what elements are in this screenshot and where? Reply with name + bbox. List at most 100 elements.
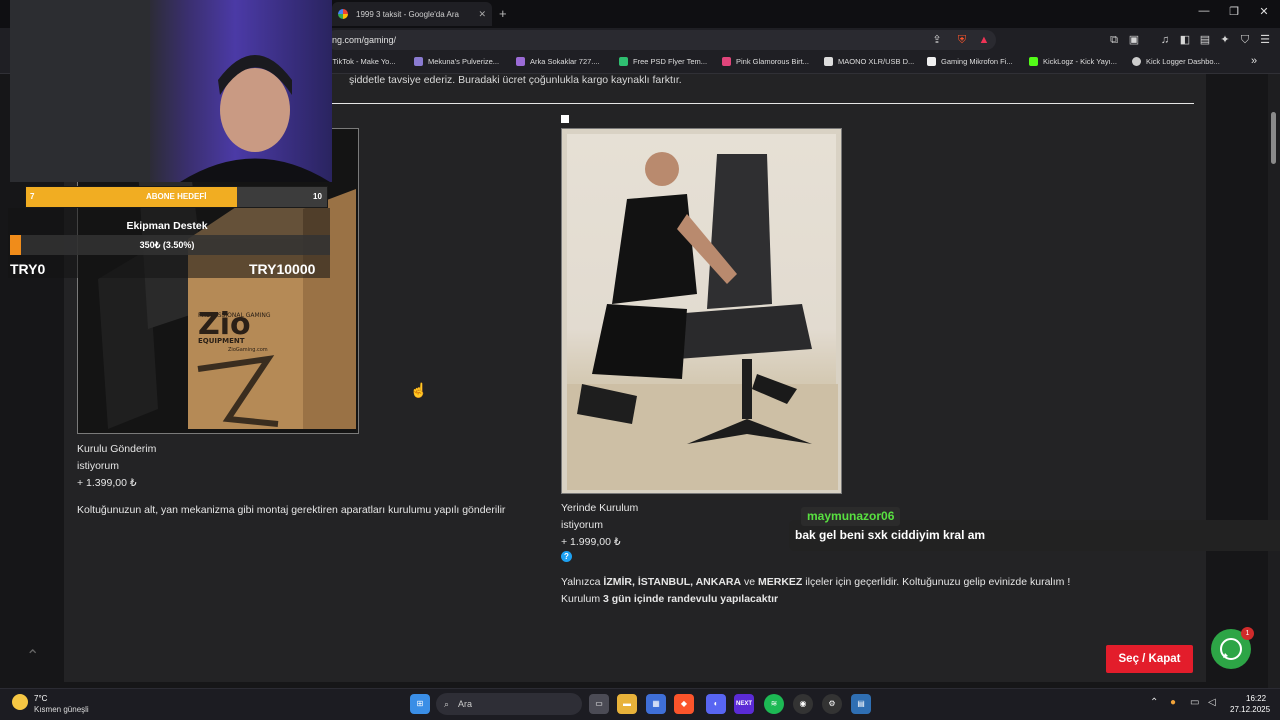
more-bookmarks-button[interactable]: » (1251, 55, 1257, 67)
divider (330, 103, 1194, 104)
store-icon[interactable]: ▦ (646, 694, 666, 714)
box-site: ZioGaming.com (228, 347, 268, 353)
brave-rewards-icon[interactable]: ▲ (977, 33, 991, 47)
clock-time[interactable]: 16:22 (1246, 694, 1266, 703)
bookmark-favicon-icon (927, 57, 936, 66)
obs-icon[interactable]: ◉ (793, 694, 813, 714)
schedule-bold: 3 gün içinde randevulu yapılacaktır (603, 593, 779, 605)
bookmark-item[interactable]: MAONO XLR/USB D... (824, 57, 914, 66)
option-note: Yalnızca İZMİR, İSTANBUL, ANKARA ve MERK… (561, 576, 1070, 588)
weather-temperature[interactable]: 7°C (34, 694, 47, 703)
bookmark-item[interactable]: Gaming Mikrofon Fi... (927, 57, 1013, 66)
tab-title: 1999 3 taksit - Google'da Ara (356, 9, 459, 19)
box-line1: PROFESSIONAL GAMING (198, 312, 271, 319)
weather-description[interactable]: Kısmen güneşli (34, 705, 89, 714)
extensions-icon[interactable]: ⧉ (1107, 33, 1121, 47)
chat-username: maymunazor06 (801, 507, 901, 526)
bookmark-favicon-icon (414, 57, 423, 66)
bookmark-label: KickLogz - Kick Yayı... (1043, 57, 1117, 66)
bookmark-item[interactable]: Free PSD Flyer Tem... (619, 57, 707, 66)
share-icon[interactable]: ⇪ (930, 33, 944, 47)
wallet-icon[interactable]: ▤ (1198, 33, 1212, 47)
network-icon[interactable]: ▭ (1190, 697, 1199, 708)
note-suffix: ilçeler için geçerlidir. Koltuğunuzu gel… (802, 576, 1071, 588)
bookmark-item[interactable]: Kick Logger Dashbo... (1132, 57, 1220, 66)
notification-badge: 1 (1241, 627, 1254, 640)
google-icon (338, 9, 348, 19)
webcam-overlay (10, 0, 332, 182)
bookmark-label: Kick Logger Dashbo... (1146, 57, 1220, 66)
scrollbar-thumb[interactable] (1271, 112, 1276, 164)
start-icon[interactable]: ⊞ (410, 694, 430, 714)
vpn-icon[interactable]: ⛉ (1238, 33, 1252, 47)
bookmark-item[interactable]: )TikTok - Make Yo... (330, 57, 396, 66)
taskbar (0, 688, 1280, 720)
goal-current: 7 (30, 192, 35, 201)
bookmark-label: MAONO XLR/USB D... (838, 57, 915, 66)
close-tab-icon[interactable]: ✕ (478, 9, 486, 20)
option-description: Koltuğunuzun alt, yan mekanizma gibi mon… (77, 504, 506, 516)
brave-browser-icon[interactable]: ◆ (674, 694, 694, 714)
bookmark-label: )TikTok - Make Yo... (330, 57, 396, 66)
bookmark-label: Arka Sokaklar 727.... (530, 57, 600, 66)
spotify-icon[interactable]: ≋ (764, 694, 784, 714)
close-window-button[interactable]: ✕ (1256, 5, 1272, 18)
bookmark-label: Mekuna's Pulverize... (428, 57, 500, 66)
taskbar-search[interactable]: ⌕ Ara (436, 693, 582, 715)
volume-icon[interactable]: ◁ (1208, 697, 1216, 708)
bookmark-favicon-icon (619, 57, 628, 66)
option-checkbox[interactable] (561, 115, 569, 123)
option-schedule: Kurulum 3 gün içinde randevulu yapılacak… (561, 593, 778, 605)
weather-icon[interactable] (12, 694, 28, 710)
note-merkez: MERKEZ (758, 576, 803, 588)
schedule-prefix: Kurulum (561, 593, 604, 605)
bookmark-favicon-icon (1132, 57, 1141, 66)
file-explorer-icon[interactable]: ▬ (617, 694, 637, 714)
screenshot-icon[interactable]: ▣ (1127, 33, 1141, 47)
scroll-top-icon[interactable]: ⌃ (26, 646, 39, 666)
goal-label: ABONE HEDEFİ (146, 192, 207, 201)
note-ve: ve (741, 576, 759, 588)
discord-icon[interactable]: ◐ (706, 694, 726, 714)
tray-overflow-icon[interactable]: ⌃ (1150, 697, 1158, 708)
scrollbar[interactable] (1268, 74, 1280, 688)
info-icon[interactable]: ? (561, 551, 572, 562)
option-title: Yerinde Kurulum (561, 502, 639, 514)
option-price: + 1.999,00 ₺ (561, 536, 621, 548)
select-close-button[interactable]: Seç / Kapat (1106, 645, 1193, 673)
hand-cursor-icon: ☝ (410, 382, 428, 398)
task-view-icon[interactable]: ▭ (589, 694, 609, 714)
microphone-icon[interactable]: ● (1170, 697, 1176, 708)
menu-icon[interactable]: ☰ (1258, 33, 1272, 47)
bookmark-item[interactable]: Arka Sokaklar 727.... (516, 57, 600, 66)
option-price: + 1.399,00 ₺ (77, 477, 137, 489)
donation-value: 350₺ (3.50%) (139, 240, 195, 250)
next-app-icon[interactable]: NEXT (734, 694, 754, 714)
option-want: istiyorum (77, 460, 120, 472)
search-placeholder: Ara (458, 699, 473, 709)
installer-photo (567, 152, 838, 490)
donation-min: TRY0 (10, 261, 46, 277)
tab-google-search[interactable]: 1999 3 taksit - Google'da Ara ✕ (332, 2, 492, 26)
onsite-installation-image[interactable] (561, 128, 842, 494)
bookmark-item[interactable]: Pink Glamorous Birt... (722, 57, 809, 66)
brave-shield-icon[interactable]: ⛨ (955, 33, 969, 47)
steam-icon[interactable]: ⚙ (822, 694, 842, 714)
search-icon: ⌕ (444, 699, 450, 709)
minimize-button[interactable]: — (1196, 5, 1212, 17)
media-icon[interactable]: ♫ (1158, 33, 1172, 47)
restore-button[interactable]: ❐ (1226, 5, 1242, 18)
bookmark-favicon-icon (722, 57, 731, 66)
calculator-icon[interactable]: ▤ (851, 694, 871, 714)
streamer-webcam (10, 0, 330, 182)
sidebar-icon[interactable]: ◧ (1178, 33, 1192, 47)
bookmark-item[interactable]: KickLogz - Kick Yayı... (1029, 57, 1117, 66)
url-text: ing.com/gaming/ (330, 35, 397, 45)
bookmark-label: Gaming Mikrofon Fi... (941, 57, 1013, 66)
bookmark-item[interactable]: Mekuna's Pulverize... (414, 57, 499, 66)
address-bar[interactable]: ing.com/gaming/ (326, 30, 996, 50)
new-tab-button[interactable]: + (499, 6, 507, 21)
leo-ai-icon[interactable]: ✦ (1218, 33, 1232, 47)
clock-date[interactable]: 27.12.2025 (1230, 705, 1270, 714)
box-line2: EQUIPMENT (198, 337, 245, 345)
